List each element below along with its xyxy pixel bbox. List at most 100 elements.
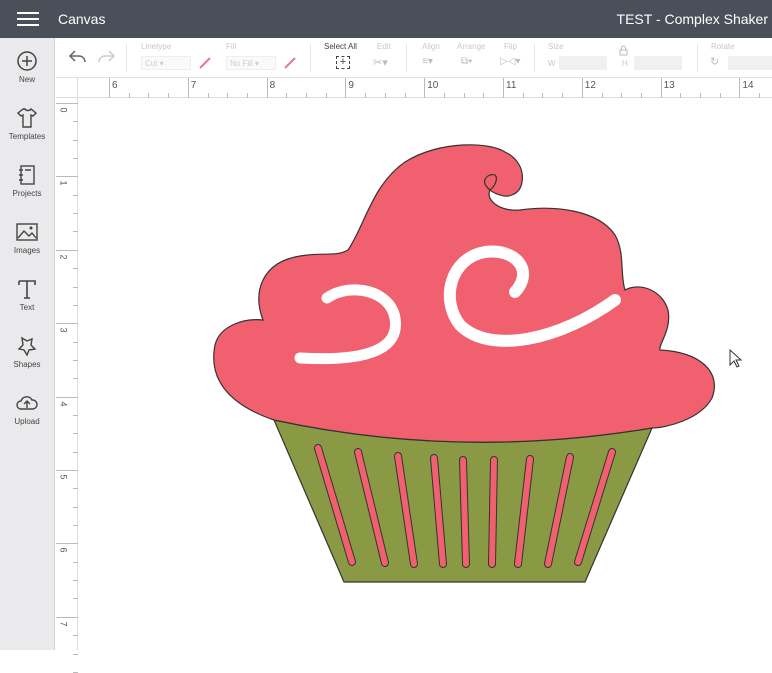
image-icon xyxy=(16,223,38,241)
ruler-tick xyxy=(660,78,662,98)
sidebar-label: Text xyxy=(19,303,35,312)
ruler-tick xyxy=(56,323,78,325)
ruler-label: 4 xyxy=(58,401,69,407)
ruler-minor-tick xyxy=(73,653,78,655)
fill-color-swatch-icon[interactable] xyxy=(283,56,297,70)
ruler-minor-tick xyxy=(73,158,78,160)
ruler-minor-tick xyxy=(73,635,78,637)
sidebar-item-shapes[interactable]: Shapes xyxy=(0,323,54,380)
flip-button[interactable]: ▷◁▾ xyxy=(500,56,520,67)
ruler-minor-tick xyxy=(73,580,78,582)
cupcake-design[interactable] xyxy=(79,98,772,650)
sidebar-label: Shapes xyxy=(13,360,41,369)
sidebar-label: Templates xyxy=(8,132,46,141)
ruler-minor-tick xyxy=(73,139,78,141)
text-icon xyxy=(18,280,36,299)
ruler-tick xyxy=(56,103,78,104)
liner-stripe xyxy=(489,457,497,567)
shapes-icon xyxy=(17,336,37,357)
ruler-label: 10 xyxy=(427,80,439,91)
ruler-minor-tick xyxy=(73,525,78,527)
size-label: Size xyxy=(548,42,564,51)
fill-select[interactable]: No Fill ▾ xyxy=(226,56,276,70)
toolbar: Linetype Cut ▾ Fill No Fill ▾ Select All… xyxy=(56,38,772,78)
sidebar: New Templates Projects Images Text Shape… xyxy=(0,38,55,650)
liner-stripe xyxy=(460,457,469,567)
ruler-label: 0 xyxy=(58,107,69,113)
design-canvas[interactable] xyxy=(79,98,772,650)
sidebar-item-new[interactable]: New xyxy=(0,38,54,95)
ruler-label: 7 xyxy=(58,621,69,627)
ruler-tick xyxy=(739,78,741,98)
redo-icon[interactable] xyxy=(96,48,116,66)
ruler-label: 11 xyxy=(506,80,517,91)
ruler-label: 3 xyxy=(58,327,69,333)
linetype-label: Linetype xyxy=(141,42,172,51)
select-all-label: Select All xyxy=(324,42,357,51)
linetype-select[interactable]: Cut ▾ xyxy=(141,56,191,70)
ruler-corner xyxy=(56,78,78,98)
rotate-input[interactable] xyxy=(728,56,772,70)
select-all-button[interactable]: + xyxy=(336,56,350,69)
ruler-minor-tick xyxy=(73,414,78,416)
ruler-label: 8 xyxy=(269,80,276,91)
fill-value: No Fill xyxy=(230,59,253,68)
sidebar-item-projects[interactable]: Projects xyxy=(0,152,54,209)
ruler-tick xyxy=(56,249,78,251)
fill-label: Fill xyxy=(226,42,237,51)
shirt-icon xyxy=(16,107,38,128)
ruler-tick xyxy=(581,78,583,98)
lock-icon[interactable] xyxy=(619,45,628,56)
ruler-tick xyxy=(56,470,78,471)
top-bar: Canvas TEST - Complex Shaker xyxy=(0,0,772,38)
ruler-label: 12 xyxy=(584,80,596,91)
ruler-tick xyxy=(345,78,347,98)
edit-button[interactable]: ✂▾ xyxy=(373,56,388,69)
sidebar-label: Upload xyxy=(14,417,40,426)
width-input[interactable] xyxy=(559,56,607,70)
ruler-minor-tick xyxy=(73,488,78,490)
flip-label: Flip xyxy=(504,42,517,51)
ruler-tick xyxy=(56,543,78,545)
ruler-tick xyxy=(503,78,504,98)
ruler-minor-tick xyxy=(73,359,78,361)
plus-circle-icon xyxy=(17,51,37,71)
ruler-minor-tick xyxy=(73,378,78,380)
ruler-minor-tick xyxy=(73,231,78,233)
hamburger-menu-icon[interactable] xyxy=(17,8,39,30)
sidebar-item-text[interactable]: Text xyxy=(0,266,54,323)
rotate-label: Rotate xyxy=(711,42,735,51)
undo-icon[interactable] xyxy=(68,48,88,66)
sidebar-label: Images xyxy=(13,246,41,255)
ruler-tick xyxy=(56,616,78,618)
ruler-label: 13 xyxy=(663,80,675,91)
align-button[interactable]: ≡▾ xyxy=(422,56,433,67)
ruler-label: 6 xyxy=(58,547,69,553)
sidebar-item-templates[interactable]: Templates xyxy=(0,95,54,152)
ruler-label: 9 xyxy=(348,80,354,91)
cupcake-frosting[interactable] xyxy=(213,144,715,443)
ruler-label: 6 xyxy=(112,80,118,91)
sidebar-item-images[interactable]: Images xyxy=(0,209,54,266)
arrange-label: Arrange xyxy=(457,42,486,51)
sidebar-item-upload[interactable]: Upload xyxy=(0,380,54,437)
ruler-label: 2 xyxy=(58,254,69,260)
ruler-minor-tick xyxy=(73,506,78,508)
width-label: W xyxy=(548,59,556,68)
ruler-minor-tick xyxy=(73,561,78,563)
ruler-minor-tick xyxy=(73,121,78,123)
linetype-color-swatch-icon[interactable] xyxy=(198,56,212,70)
ruler-tick xyxy=(56,396,78,398)
ruler-minor-tick xyxy=(73,433,78,435)
sidebar-label: Projects xyxy=(12,189,42,198)
ruler-label: 7 xyxy=(190,80,197,91)
rotate-icon: ↻ xyxy=(710,56,720,68)
ruler-tick xyxy=(266,78,268,98)
linetype-value: Cut xyxy=(145,59,158,68)
height-input[interactable] xyxy=(634,56,682,70)
height-label: H xyxy=(622,59,628,68)
ruler-tick xyxy=(187,78,189,98)
ruler-label: 5 xyxy=(58,474,69,480)
ruler-minor-tick xyxy=(73,598,78,600)
arrange-button[interactable]: ⧉▾ xyxy=(461,56,472,67)
